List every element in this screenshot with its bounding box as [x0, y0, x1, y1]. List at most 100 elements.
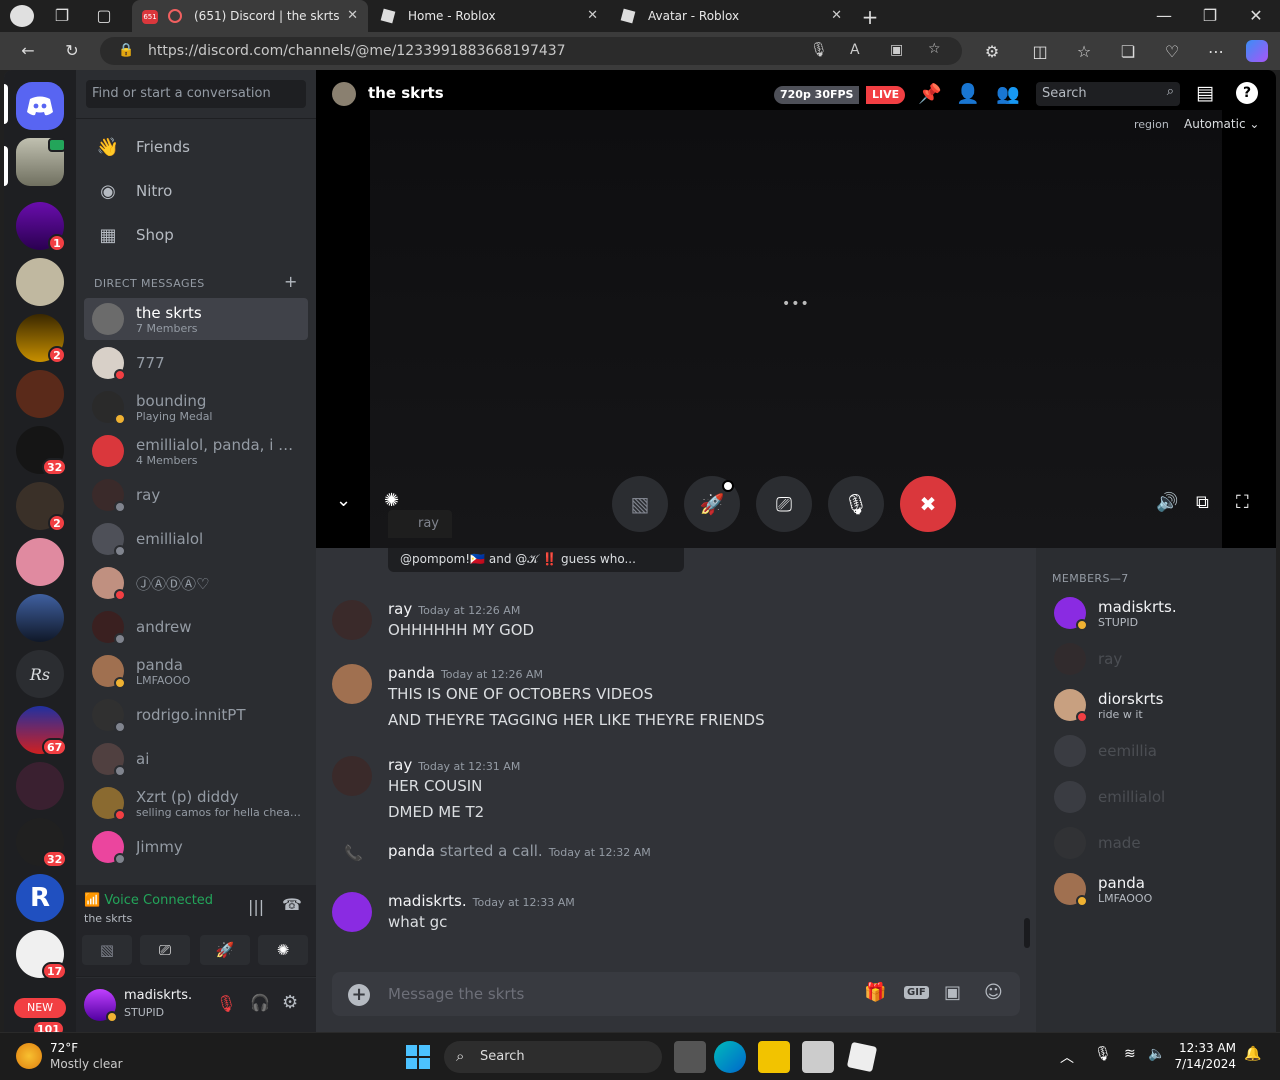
- avatar[interactable]: [332, 600, 372, 640]
- member-item[interactable]: diorskrts ride w it: [1050, 684, 1270, 726]
- member-item[interactable]: made: [1050, 822, 1270, 864]
- dm-item[interactable]: bounding Playing Medal: [84, 386, 308, 428]
- scrollbar[interactable]: [1024, 918, 1030, 948]
- server-icon-pink[interactable]: [16, 538, 64, 586]
- server-icon-red[interactable]: [16, 370, 64, 418]
- copilot-icon[interactable]: [1246, 40, 1268, 62]
- nav-friends[interactable]: 👋 Friends: [84, 126, 308, 168]
- add-attachment-icon[interactable]: +: [348, 984, 370, 1006]
- new-tab-icon[interactable]: +: [858, 5, 882, 29]
- camera-button[interactable]: ▧: [82, 935, 132, 965]
- dm-item[interactable]: the skrts 7 Members: [84, 298, 308, 340]
- author-name[interactable]: panda: [388, 664, 435, 682]
- fullscreen-icon[interactable]: ⛶: [1236, 492, 1249, 513]
- nav-nitro[interactable]: ◉ Nitro: [84, 170, 308, 212]
- soundboard-button[interactable]: ✺: [258, 935, 308, 965]
- headphones-icon[interactable]: 🎧: [250, 993, 270, 1012]
- volume-icon[interactable]: 🔈: [1148, 1046, 1165, 1062]
- workspaces-icon[interactable]: ❐: [50, 6, 74, 25]
- collections-icon[interactable]: ❏: [1116, 42, 1140, 61]
- dm-item[interactable]: rodrigo.innitPT: [84, 694, 308, 736]
- leave-call-button[interactable]: ✖: [900, 476, 956, 532]
- server-icon-cat[interactable]: [16, 258, 64, 306]
- noise-suppression-icon[interactable]: |||: [248, 897, 264, 916]
- mic-tray-icon[interactable]: 🎙: [1094, 1046, 1112, 1062]
- weather-icon[interactable]: [16, 1043, 42, 1069]
- tab-roblox-avatar[interactable]: Avatar - Roblox ✕: [612, 0, 852, 32]
- camera-button[interactable]: ▧: [612, 476, 668, 532]
- dm-item[interactable]: Jimmy: [84, 826, 308, 868]
- pin-icon[interactable]: 📌: [918, 82, 942, 105]
- member-list-icon[interactable]: 👥: [996, 82, 1020, 105]
- roblox-icon[interactable]: [846, 1041, 878, 1073]
- server-icon-r[interactable]: R: [16, 874, 64, 922]
- read-aloud-icon[interactable]: A: [850, 42, 860, 58]
- server-icon-rs[interactable]: Rs: [16, 650, 64, 698]
- member-item[interactable]: panda LMFAOOO: [1050, 868, 1270, 910]
- member-item[interactable]: eemillia: [1050, 730, 1270, 772]
- author-name[interactable]: ray: [388, 756, 412, 774]
- edge-icon[interactable]: [714, 1041, 746, 1073]
- settings-gear-icon[interactable]: ⚙: [282, 992, 298, 1013]
- app-icon[interactable]: ▣: [890, 42, 903, 58]
- volume-icon[interactable]: 🔊: [1156, 492, 1178, 513]
- mute-button[interactable]: 🎙: [828, 476, 884, 532]
- add-member-icon[interactable]: 👤: [956, 82, 980, 105]
- favorites-icon[interactable]: ☆: [1072, 42, 1096, 61]
- inbox-icon[interactable]: ▤: [1196, 82, 1214, 104]
- soundboard-icon[interactable]: ✺: [384, 490, 399, 511]
- close-icon[interactable]: ✕: [347, 8, 358, 23]
- nav-shop[interactable]: ▦ Shop: [84, 214, 308, 256]
- server-icon-blue[interactable]: [16, 594, 64, 642]
- taskbar-search[interactable]: ⌕ Search: [444, 1041, 662, 1073]
- back-icon[interactable]: ←: [16, 41, 40, 60]
- dm-item[interactable]: emillialol, panda, i lik... 4 Members: [84, 430, 308, 472]
- dm-item[interactable]: Xzrt (p) diddy selling camos for hella ch…: [84, 782, 308, 824]
- emoji-icon[interactable]: ☺: [984, 982, 1003, 1003]
- avatar[interactable]: [332, 892, 372, 932]
- screenshare-button[interactable]: ⎚: [756, 476, 812, 532]
- task-view-icon[interactable]: [674, 1041, 706, 1073]
- tab-discord[interactable]: 651 (651) Discord | the skrts ✕: [132, 0, 368, 32]
- dm-item[interactable]: 777: [84, 342, 308, 384]
- popout-icon[interactable]: ⧉: [1196, 492, 1209, 513]
- wifi-icon[interactable]: ≋: [1124, 1046, 1136, 1062]
- collapse-chevron-icon[interactable]: ⌄: [336, 490, 351, 511]
- member-item[interactable]: madiskrts. STUPID: [1050, 592, 1270, 634]
- sticker-icon[interactable]: ▣: [944, 982, 961, 1003]
- author-name[interactable]: ray: [388, 600, 412, 618]
- mic-icon[interactable]: 🎙: [810, 42, 828, 58]
- minimize-icon[interactable]: —: [1152, 6, 1176, 25]
- server-icon-hearts[interactable]: [16, 762, 64, 810]
- clock-date[interactable]: 7/14/2024: [1170, 1057, 1236, 1071]
- voice-channel[interactable]: the skrts: [84, 912, 132, 925]
- close-icon[interactable]: ✕: [831, 8, 842, 23]
- tray-chevron-icon[interactable]: ︿: [1060, 1047, 1074, 1067]
- notification-bell-icon[interactable]: 🔔: [1244, 1046, 1261, 1062]
- activity-button[interactable]: 🚀: [200, 935, 250, 965]
- author-name[interactable]: panda: [388, 842, 435, 860]
- app-icon[interactable]: [802, 1041, 834, 1073]
- member-item[interactable]: emillialol: [1050, 776, 1270, 818]
- performance-icon[interactable]: ♡: [1160, 42, 1184, 61]
- disconnect-icon[interactable]: ☎: [282, 895, 302, 914]
- gif-icon[interactable]: GIF: [904, 986, 929, 999]
- close-icon[interactable]: ✕: [587, 8, 598, 23]
- restore-icon[interactable]: ❐: [1198, 6, 1222, 25]
- message-input[interactable]: Message the skrts: [388, 985, 524, 1003]
- message-composer[interactable]: + Message the skrts 🎁 GIF ▣ ☺: [332, 972, 1020, 1016]
- file-explorer-icon[interactable]: [758, 1041, 790, 1073]
- help-icon[interactable]: ?: [1236, 82, 1258, 104]
- favorite-star-icon[interactable]: ☆: [928, 41, 941, 57]
- dm-item[interactable]: panda LMFAOOO: [84, 650, 308, 692]
- windows-start-icon[interactable]: [406, 1045, 430, 1069]
- dm-item[interactable]: emillialol: [84, 518, 308, 560]
- search-input[interactable]: Search ⌕: [1036, 82, 1180, 106]
- member-item[interactable]: ray: [1050, 638, 1270, 680]
- tab-roblox-home[interactable]: Home - Roblox ✕: [372, 0, 608, 32]
- window-close-icon[interactable]: ✕: [1244, 6, 1268, 25]
- refresh-icon[interactable]: ↻: [60, 41, 84, 60]
- clock-time[interactable]: 12:33 AM: [1178, 1041, 1236, 1055]
- avatar[interactable]: [84, 989, 118, 1023]
- screenshare-button[interactable]: ⎚: [140, 935, 190, 965]
